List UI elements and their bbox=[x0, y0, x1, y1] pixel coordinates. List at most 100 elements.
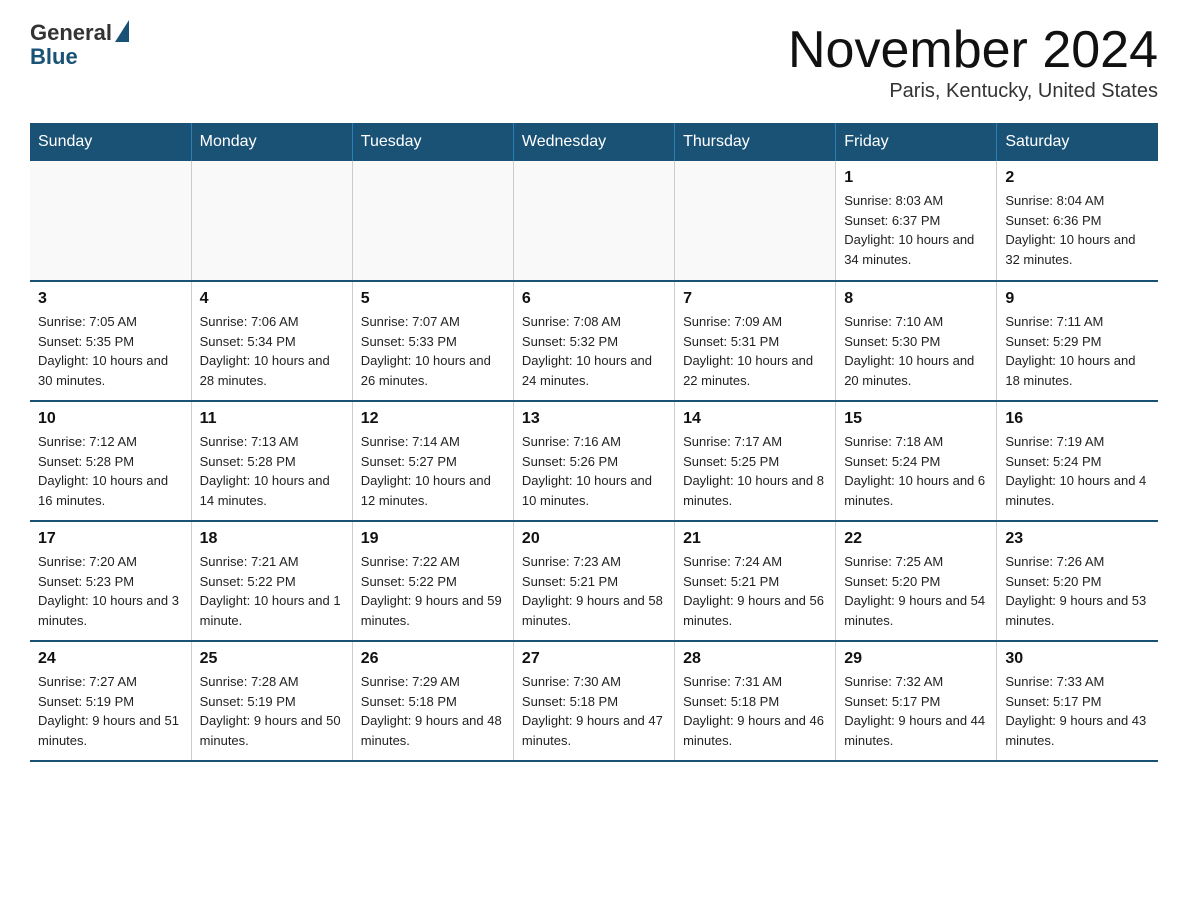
calendar-week-1: 3Sunrise: 7:05 AM Sunset: 5:35 PM Daylig… bbox=[30, 281, 1158, 401]
calendar-cell: 14 Sunrise: 7:17 AM Sunset: 5:25 PM Dayli… bbox=[675, 401, 836, 521]
day-info: Sunrise: 7:19 AM Sunset: 5:24 PM Dayligh… bbox=[1005, 432, 1150, 510]
logo: General Blue bbox=[30, 20, 129, 70]
day-number: 4 bbox=[200, 290, 344, 308]
day-number: 21 bbox=[683, 530, 827, 548]
calendar-cell bbox=[352, 161, 513, 281]
day-header-monday: Monday bbox=[191, 123, 352, 161]
logo-general-text: General bbox=[30, 20, 112, 46]
day-info: Sunrise: 7:11 AM Sunset: 5:29 PM Dayligh… bbox=[1005, 312, 1150, 390]
day-info: Sunrise: 7:27 AM Sunset: 5:19 PM Dayligh… bbox=[38, 672, 183, 750]
day-header-wednesday: Wednesday bbox=[513, 123, 674, 161]
calendar-cell bbox=[30, 161, 191, 281]
day-number: 23 bbox=[1005, 530, 1150, 548]
calendar-week-0: 1 Sunrise: 8:03 AM Sunset: 6:37 PM Daylig… bbox=[30, 161, 1158, 281]
day-header-thursday: Thursday bbox=[675, 123, 836, 161]
day-number: 8 bbox=[844, 290, 988, 308]
calendar-cell: 29 Sunrise: 7:32 AM Sunset: 5:17 PM Dayli… bbox=[836, 641, 997, 761]
calendar-week-2: 10 Sunrise: 7:12 AM Sunset: 5:28 PM Dayli… bbox=[30, 401, 1158, 521]
logo-triangle-icon bbox=[115, 20, 129, 42]
calendar-table: SundayMondayTuesdayWednesdayThursdayFrid… bbox=[30, 123, 1158, 762]
day-number: 28 bbox=[683, 650, 827, 668]
day-number: 12 bbox=[361, 410, 505, 428]
calendar-header-row: SundayMondayTuesdayWednesdayThursdayFrid… bbox=[30, 123, 1158, 161]
day-info: Sunrise: 7:12 AM Sunset: 5:28 PM Dayligh… bbox=[38, 432, 183, 510]
logo-blue-text: Blue bbox=[30, 44, 78, 70]
calendar-cell: 3Sunrise: 7:05 AM Sunset: 5:35 PM Daylig… bbox=[30, 281, 191, 401]
day-info: Sunrise: 8:03 AM Sunset: 6:37 PM Dayligh… bbox=[844, 191, 988, 269]
calendar-cell: 2 Sunrise: 8:04 AM Sunset: 6:36 PM Daylig… bbox=[997, 161, 1158, 281]
day-number: 14 bbox=[683, 410, 827, 428]
day-number: 7 bbox=[683, 290, 827, 308]
day-info: Sunrise: 7:23 AM Sunset: 5:21 PM Dayligh… bbox=[522, 552, 666, 630]
calendar-cell: 10 Sunrise: 7:12 AM Sunset: 5:28 PM Dayli… bbox=[30, 401, 191, 521]
location-text: Paris, Kentucky, United States bbox=[788, 80, 1158, 103]
calendar-cell: 26 Sunrise: 7:29 AM Sunset: 5:18 PM Dayli… bbox=[352, 641, 513, 761]
calendar-cell bbox=[513, 161, 674, 281]
day-number: 10 bbox=[38, 410, 183, 428]
calendar-cell: 17Sunrise: 7:20 AM Sunset: 5:23 PM Dayli… bbox=[30, 521, 191, 641]
calendar-week-3: 17Sunrise: 7:20 AM Sunset: 5:23 PM Dayli… bbox=[30, 521, 1158, 641]
calendar-cell: 16 Sunrise: 7:19 AM Sunset: 5:24 PM Dayli… bbox=[997, 401, 1158, 521]
day-number: 24 bbox=[38, 650, 183, 668]
title-section: November 2024 Paris, Kentucky, United St… bbox=[788, 20, 1158, 103]
day-header-tuesday: Tuesday bbox=[352, 123, 513, 161]
calendar-cell: 9 Sunrise: 7:11 AM Sunset: 5:29 PM Daylig… bbox=[997, 281, 1158, 401]
calendar-cell: 5 Sunrise: 7:07 AM Sunset: 5:33 PM Daylig… bbox=[352, 281, 513, 401]
day-number: 16 bbox=[1005, 410, 1150, 428]
calendar-cell: 18 Sunrise: 7:21 AM Sunset: 5:22 PM Dayli… bbox=[191, 521, 352, 641]
day-info: Sunrise: 7:29 AM Sunset: 5:18 PM Dayligh… bbox=[361, 672, 505, 750]
day-info: Sunrise: 7:06 AM Sunset: 5:34 PM Dayligh… bbox=[200, 312, 344, 390]
day-number: 2 bbox=[1005, 169, 1150, 187]
day-number: 5 bbox=[361, 290, 505, 308]
calendar-cell: 6 Sunrise: 7:08 AM Sunset: 5:32 PM Daylig… bbox=[513, 281, 674, 401]
calendar-cell: 15 Sunrise: 7:18 AM Sunset: 5:24 PM Dayli… bbox=[836, 401, 997, 521]
day-number: 11 bbox=[200, 410, 344, 428]
calendar-cell: 24 Sunrise: 7:27 AM Sunset: 5:19 PM Dayli… bbox=[30, 641, 191, 761]
calendar-cell: 23 Sunrise: 7:26 AM Sunset: 5:20 PM Dayli… bbox=[997, 521, 1158, 641]
month-title: November 2024 bbox=[788, 20, 1158, 80]
day-number: 30 bbox=[1005, 650, 1150, 668]
day-number: 19 bbox=[361, 530, 505, 548]
calendar-cell: 13 Sunrise: 7:16 AM Sunset: 5:26 PM Dayli… bbox=[513, 401, 674, 521]
page-header: General Blue November 2024 Paris, Kentuc… bbox=[30, 20, 1158, 103]
day-number: 3 bbox=[38, 290, 183, 308]
calendar-cell: 21 Sunrise: 7:24 AM Sunset: 5:21 PM Dayli… bbox=[675, 521, 836, 641]
day-info: Sunrise: 7:26 AM Sunset: 5:20 PM Dayligh… bbox=[1005, 552, 1150, 630]
day-info: Sunrise: 7:16 AM Sunset: 5:26 PM Dayligh… bbox=[522, 432, 666, 510]
day-info: Sunrise: 7:25 AM Sunset: 5:20 PM Dayligh… bbox=[844, 552, 988, 630]
day-info: Sunrise: 7:32 AM Sunset: 5:17 PM Dayligh… bbox=[844, 672, 988, 750]
calendar-cell: 7 Sunrise: 7:09 AM Sunset: 5:31 PM Daylig… bbox=[675, 281, 836, 401]
day-info: Sunrise: 7:09 AM Sunset: 5:31 PM Dayligh… bbox=[683, 312, 827, 390]
calendar-week-4: 24 Sunrise: 7:27 AM Sunset: 5:19 PM Dayli… bbox=[30, 641, 1158, 761]
day-info: Sunrise: 7:21 AM Sunset: 5:22 PM Dayligh… bbox=[200, 552, 344, 630]
day-number: 15 bbox=[844, 410, 988, 428]
day-number: 18 bbox=[200, 530, 344, 548]
day-info: Sunrise: 7:07 AM Sunset: 5:33 PM Dayligh… bbox=[361, 312, 505, 390]
day-number: 6 bbox=[522, 290, 666, 308]
day-number: 1 bbox=[844, 169, 988, 187]
day-number: 20 bbox=[522, 530, 666, 548]
day-info: Sunrise: 7:22 AM Sunset: 5:22 PM Dayligh… bbox=[361, 552, 505, 630]
calendar-cell: 20 Sunrise: 7:23 AM Sunset: 5:21 PM Dayli… bbox=[513, 521, 674, 641]
day-info: Sunrise: 7:17 AM Sunset: 5:25 PM Dayligh… bbox=[683, 432, 827, 510]
day-info: Sunrise: 7:08 AM Sunset: 5:32 PM Dayligh… bbox=[522, 312, 666, 390]
day-info: Sunrise: 7:18 AM Sunset: 5:24 PM Dayligh… bbox=[844, 432, 988, 510]
calendar-cell: 12 Sunrise: 7:14 AM Sunset: 5:27 PM Dayli… bbox=[352, 401, 513, 521]
day-info: Sunrise: 7:28 AM Sunset: 5:19 PM Dayligh… bbox=[200, 672, 344, 750]
day-info: Sunrise: 7:14 AM Sunset: 5:27 PM Dayligh… bbox=[361, 432, 505, 510]
day-number: 13 bbox=[522, 410, 666, 428]
calendar-cell bbox=[191, 161, 352, 281]
day-header-saturday: Saturday bbox=[997, 123, 1158, 161]
calendar-cell: 1 Sunrise: 8:03 AM Sunset: 6:37 PM Daylig… bbox=[836, 161, 997, 281]
calendar-cell: 4 Sunrise: 7:06 AM Sunset: 5:34 PM Daylig… bbox=[191, 281, 352, 401]
day-header-friday: Friday bbox=[836, 123, 997, 161]
calendar-cell: 30Sunrise: 7:33 AM Sunset: 5:17 PM Dayli… bbox=[997, 641, 1158, 761]
day-number: 26 bbox=[361, 650, 505, 668]
day-number: 29 bbox=[844, 650, 988, 668]
day-info: Sunrise: 8:04 AM Sunset: 6:36 PM Dayligh… bbox=[1005, 191, 1150, 269]
day-number: 9 bbox=[1005, 290, 1150, 308]
day-info: Sunrise: 7:20 AM Sunset: 5:23 PM Dayligh… bbox=[38, 552, 183, 630]
day-info: Sunrise: 7:30 AM Sunset: 5:18 PM Dayligh… bbox=[522, 672, 666, 750]
day-info: Sunrise: 7:31 AM Sunset: 5:18 PM Dayligh… bbox=[683, 672, 827, 750]
day-info: Sunrise: 7:24 AM Sunset: 5:21 PM Dayligh… bbox=[683, 552, 827, 630]
